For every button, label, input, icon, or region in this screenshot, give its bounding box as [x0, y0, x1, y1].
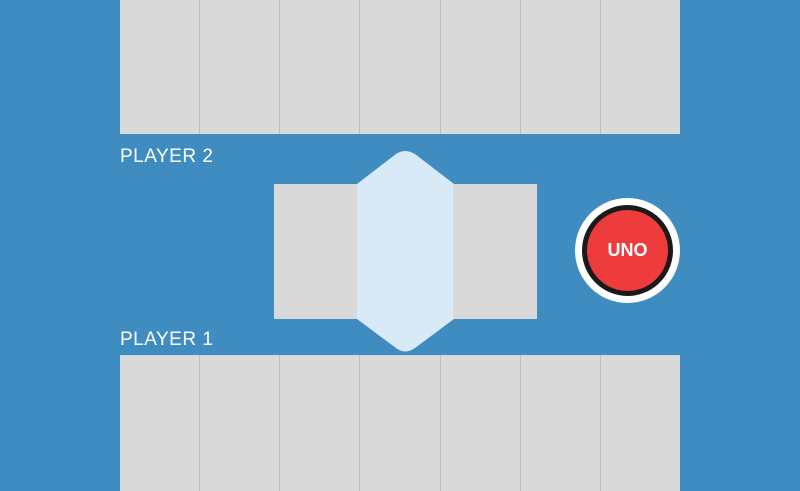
center-play-slot[interactable]: [357, 150, 454, 352]
game-board: PLAYER 2 UNO PLAYER 1: [0, 0, 800, 491]
discard-pile[interactable]: [274, 184, 358, 319]
player1-label: PLAYER 1: [120, 329, 214, 350]
player1-card[interactable]: [360, 355, 441, 491]
uno-button[interactable]: UNO: [582, 205, 673, 296]
player2-card[interactable]: [280, 0, 361, 134]
uno-button-ring: UNO: [575, 198, 680, 303]
player2-hand: [120, 0, 680, 134]
player2-card[interactable]: [600, 0, 680, 134]
player1-card[interactable]: [440, 355, 521, 491]
player2-card[interactable]: [200, 0, 281, 134]
player2-card[interactable]: [360, 0, 441, 134]
player2-card[interactable]: [520, 0, 601, 134]
player1-hand: [120, 355, 680, 491]
player2-card[interactable]: [440, 0, 521, 134]
player1-card[interactable]: [280, 355, 361, 491]
player2-card[interactable]: [120, 0, 201, 134]
draw-pile[interactable]: [453, 184, 537, 319]
player1-card[interactable]: [120, 355, 201, 491]
player1-card[interactable]: [200, 355, 281, 491]
player1-card[interactable]: [520, 355, 601, 491]
player2-label: PLAYER 2: [120, 146, 214, 167]
player1-card[interactable]: [600, 355, 680, 491]
